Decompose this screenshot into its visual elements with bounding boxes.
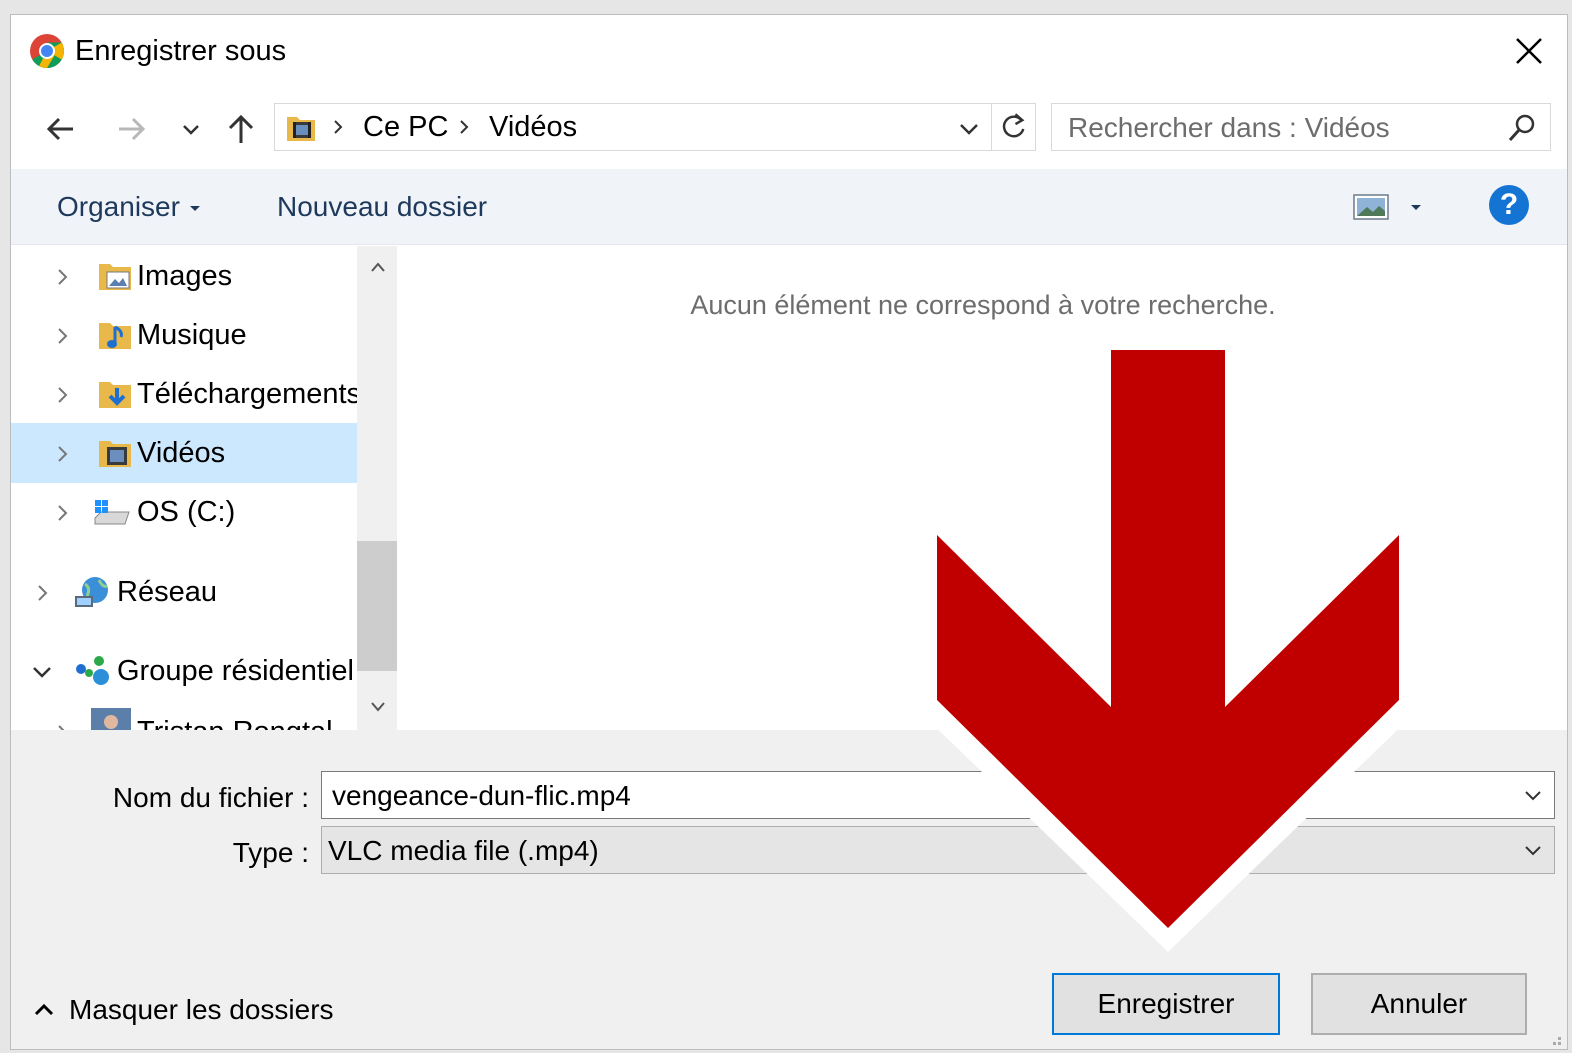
navigation-bar: Ce PC Vidéos Rechercher dans : Vidéos	[11, 87, 1567, 169]
chevron-up-icon	[34, 1003, 54, 1016]
drive-icon	[94, 500, 130, 525]
breadcrumb-ce-pc[interactable]: Ce PC	[363, 111, 448, 144]
refresh-icon[interactable]	[991, 104, 1036, 150]
tree-item-user[interactable]: Tristan Rongtal	[11, 702, 357, 730]
empty-results-message: Aucun élément ne correspond à votre rech…	[690, 290, 1276, 320]
file-type-select[interactable]: VLC media file (.mp4)	[321, 826, 1555, 874]
back-arrow-icon[interactable]	[41, 109, 81, 149]
search-icon[interactable]	[1506, 112, 1538, 144]
tree-item-os-drive[interactable]: OS (C:)	[11, 482, 357, 542]
homegroup-icon	[76, 656, 109, 685]
chevron-right-icon[interactable]	[55, 443, 71, 465]
chevron-right-icon[interactable]	[55, 722, 71, 730]
command-toolbar: Organiser Nouveau dossier	[11, 169, 1567, 245]
scroll-up-chevron-icon[interactable]	[369, 260, 387, 274]
new-folder-button[interactable]: Nouveau dossier	[277, 191, 487, 223]
scrollbar-thumb[interactable]	[357, 541, 397, 671]
help-button[interactable]: ?	[1489, 185, 1529, 225]
tree-item-label: Réseau	[117, 576, 217, 608]
file-list-pane[interactable]: Aucun élément ne correspond à votre rech…	[397, 246, 1567, 730]
filename-label: Nom du fichier :	[112, 782, 309, 813]
filename-field[interactable]: vengeance-dun-flic.mp4	[321, 771, 1555, 819]
view-icon[interactable]	[1353, 191, 1389, 223]
close-icon[interactable]	[1509, 31, 1549, 71]
organize-label: Organiser	[57, 191, 180, 222]
tree-item-images[interactable]: Images	[11, 246, 357, 306]
tree-item-music[interactable]: Musique	[11, 305, 357, 365]
pictures-folder-icon	[99, 264, 131, 290]
dialog-title: Enregistrer sous	[75, 35, 287, 67]
recent-locations-chevron-down-icon[interactable]	[171, 109, 211, 149]
title-bar: Enregistrer sous	[11, 15, 1567, 87]
chevron-right-icon[interactable]	[35, 582, 51, 604]
chevron-down-icon[interactable]	[1522, 839, 1544, 861]
address-dropdown-chevron-down-icon[interactable]	[955, 116, 983, 142]
address-bar[interactable]: Ce PC Vidéos	[274, 103, 1036, 151]
file-type-value: VLC media file (.mp4)	[328, 835, 599, 866]
chevron-right-icon[interactable]	[55, 325, 71, 347]
organize-menu-button[interactable]: Organiser	[57, 191, 200, 223]
tree-item-label: Images	[137, 260, 233, 292]
breadcrumb-videos[interactable]: Vidéos	[489, 111, 577, 144]
save-form: Nom du fichier : vengeance-dun-flic.mp4 …	[11, 730, 1567, 1049]
tree-item-label: OS (C:)	[137, 496, 236, 528]
videos-folder-icon	[99, 441, 131, 467]
breadcrumb-separator-icon	[334, 120, 343, 134]
chevron-right-icon[interactable]	[55, 502, 71, 524]
tree-item-network[interactable]: Réseau	[11, 562, 357, 622]
music-folder-icon	[99, 323, 131, 349]
scroll-down-chevron-icon[interactable]	[369, 700, 387, 714]
chevron-down-icon[interactable]	[1522, 784, 1544, 806]
videos-folder-icon	[287, 117, 315, 141]
resize-grip-icon[interactable]	[1547, 1031, 1563, 1047]
filename-value: vengeance-dun-flic.mp4	[332, 780, 631, 811]
tree-item-downloads[interactable]: Téléchargements	[11, 364, 357, 424]
tree-item-label: Vidéos	[137, 437, 226, 469]
chevron-right-icon[interactable]	[55, 384, 71, 406]
up-arrow-icon[interactable]	[221, 109, 261, 149]
folder-tree: Images Musique Téléchargements Vidéos OS…	[11, 246, 357, 730]
chrome-icon	[30, 34, 64, 68]
chevron-right-icon[interactable]	[55, 266, 71, 288]
tree-item-label: Musique	[137, 319, 247, 351]
forward-arrow-icon[interactable]	[111, 109, 151, 149]
hide-folders-label: Masquer les dossiers	[69, 994, 334, 1025]
cancel-button[interactable]: Annuler	[1311, 973, 1527, 1035]
tree-item-label: Groupe résidentiel	[117, 655, 354, 687]
type-label: Type :	[232, 837, 309, 868]
tree-item-label: Tristan Rongtal	[137, 716, 333, 730]
tree-item-homegroup[interactable]: Groupe résidentiel	[11, 641, 357, 701]
tree-item-videos[interactable]: Vidéos	[11, 423, 357, 483]
downloads-folder-icon	[99, 382, 131, 408]
network-icon	[75, 577, 108, 607]
save-button[interactable]: Enregistrer	[1052, 973, 1280, 1035]
search-input[interactable]: Rechercher dans : Vidéos	[1051, 103, 1551, 151]
view-options-caret-icon[interactable]	[1411, 205, 1421, 210]
search-placeholder: Rechercher dans : Vidéos	[1068, 112, 1390, 143]
tree-scrollbar[interactable]	[357, 246, 397, 730]
save-as-dialog: Enregistrer sous Ce PC Vidéos Rechercher…	[10, 14, 1568, 1050]
tree-item-label: Téléchargements	[137, 378, 357, 410]
user-avatar-icon	[91, 708, 131, 730]
chevron-down-icon[interactable]	[31, 661, 53, 683]
breadcrumb-separator-icon	[460, 120, 469, 134]
caret-down-icon	[189, 206, 200, 212]
